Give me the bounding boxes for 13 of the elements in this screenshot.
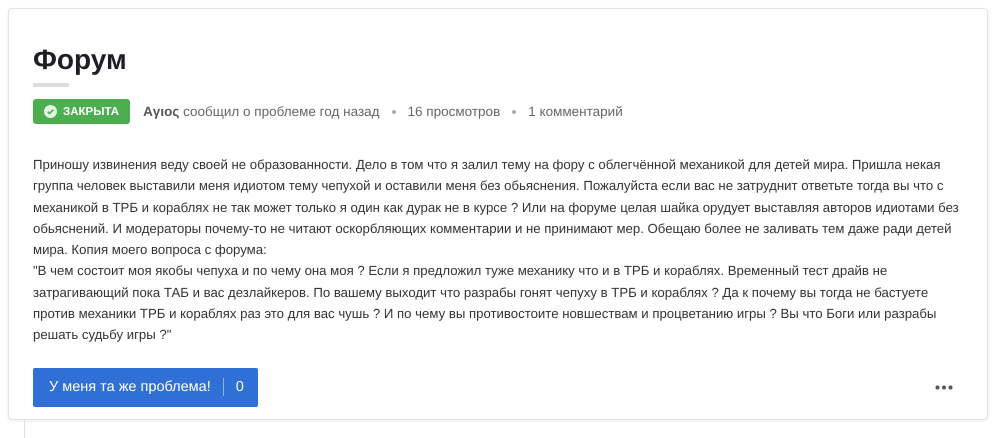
view-count: 16 просмотров — [408, 104, 500, 119]
status-label: ЗАКРЫТА — [63, 106, 120, 118]
post-paragraph: "В чем состоит моя якобы чепуха и по чему она моя ? Если я предложил туже механику что и в ТРБ и кораблях. Временный тест драйв не затрагивающий пока ТАБ и вас дезлайкеров. По вашему выходит что разрабы гонят чепуху в ТРБ и кораблях ? Да к почему вы тогда не бастуете против механики ТРБ и кораблях раз это для вас чушь ? И по чему вы противостоите новшествам и процветанию игры ? Вы что Боги или разрабы решать судьбу игры ?" — [33, 262, 938, 344]
report-info: сообщил о проблеме год назад — [183, 104, 380, 119]
check-circle-icon — [44, 105, 57, 118]
separator-dot — [512, 110, 516, 114]
more-options-icon[interactable] — [935, 384, 953, 390]
page-title: Форум — [33, 43, 128, 77]
comment-count: 1 комментарий — [528, 104, 623, 119]
author-link[interactable]: Aγιος — [143, 104, 180, 119]
same-problem-button[interactable]: У меня та же проблема! 0 — [33, 368, 258, 407]
separator-dot — [392, 110, 396, 114]
post-paragraph: Приношу извинения веду своей не образованности. Дело в том что я залил тему на фору с облегчённой механикой для детей мира. Пришла некая группа человек выставили меня идиотом тему чепухой и оставили меня без обьяснения. Пожалуйста если вас не затруднит ответьте тогда вы что с механикой в ТРБ и кораблях не так может только я один как дурак не в курсе ? Или на форуме целая шайка орудует выставляя авторов идиотами без обьяснений. И модераторы почему-то не читают оскорбляющих комментарии и не принимают мер. Обещаю более не заливать тем даже ради детей мира. Копия моего вопроса с форума: — [33, 156, 960, 260]
